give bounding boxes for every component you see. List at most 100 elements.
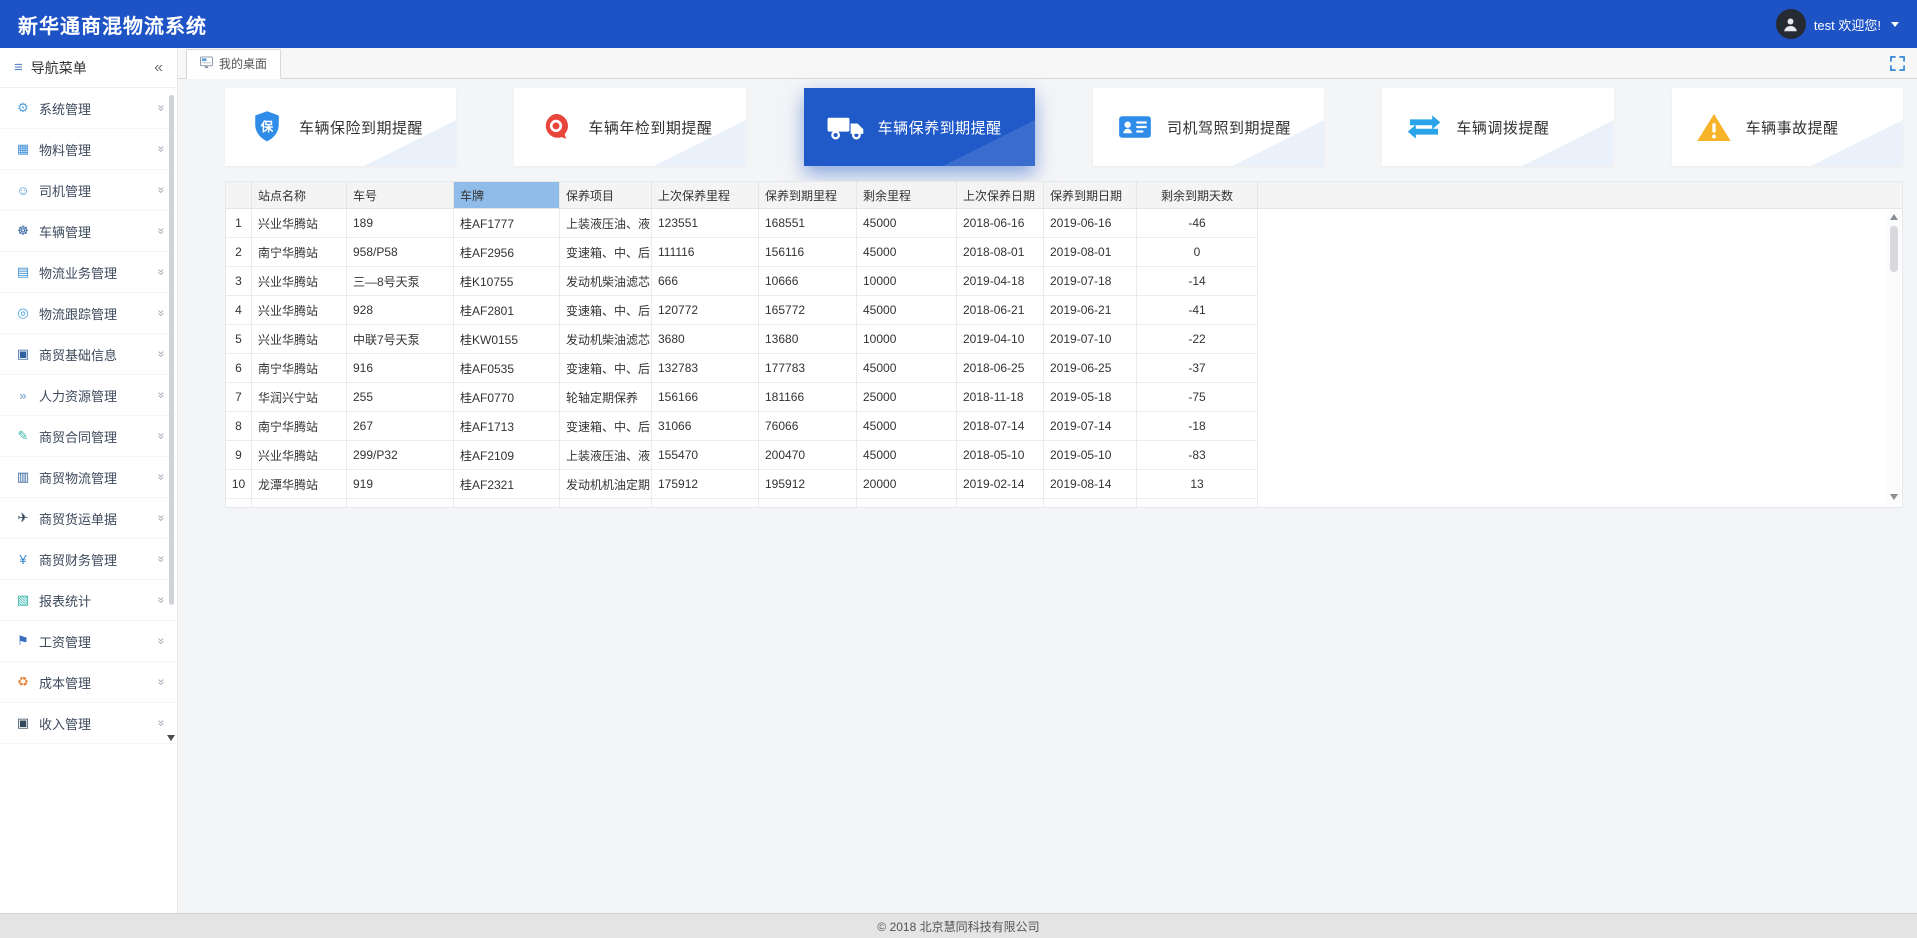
cell-last_mileage: 155470 [652, 441, 759, 469]
hr-arrows-icon: » [14, 388, 32, 403]
table-row[interactable]: 1兴业华腾站189桂AF1777上装液压油、液12355116855145000… [226, 209, 1258, 238]
table-row[interactable]: 8南宁华腾站267桂AF1713变速箱、中、后31066760664500020… [226, 412, 1258, 441]
maintenance-truck-icon [824, 112, 868, 142]
card-label: 车辆保养到期提醒 [878, 117, 1002, 138]
table-row[interactable]: 6南宁华腾站916桂AF0535变速箱、中、后13278317778345000… [226, 354, 1258, 383]
column-header-due_mileage[interactable]: 保养到期里程 [759, 182, 857, 208]
card-transfer-reminder[interactable]: 车辆调拨提醒 [1382, 88, 1613, 166]
user-greeting: test 欢迎您! [1814, 15, 1881, 34]
sidebar-item-trade-logistics[interactable]: ▥商贸物流管理» [0, 457, 177, 498]
cell-due_mileage: 190593 [759, 499, 857, 508]
sidebar-item-system[interactable]: ⚙系统管理» [0, 88, 177, 129]
cell-station: 龙潭华腾站 [252, 470, 347, 498]
sidebar-item-label: 车辆管理 [39, 222, 158, 241]
sidebar-item-trade-info[interactable]: ▣商贸基础信息» [0, 334, 177, 375]
column-header-station[interactable]: 站点名称 [252, 182, 347, 208]
sidebar-scroll-down-icon[interactable] [167, 735, 175, 741]
collapse-sidebar-icon[interactable]: « [154, 59, 163, 77]
sidebar-item-label: 成本管理 [39, 673, 158, 692]
scroll-up-icon[interactable] [1890, 214, 1898, 220]
scroll-down-icon[interactable] [1890, 494, 1898, 500]
sidebar-item-reports[interactable]: ▧报表统计» [0, 580, 177, 621]
cell-remain_days: -22 [1137, 325, 1258, 353]
table-row[interactable]: 3兴业华腾站三—8号天泵桂K10755发动机柴油滤芯66610666100002… [226, 267, 1258, 296]
column-header-last_date[interactable]: 上次保养日期 [957, 182, 1044, 208]
chevron-double-down-icon: » [155, 392, 169, 399]
column-header-idx[interactable] [226, 182, 252, 208]
contract-pen-icon: ✎ [14, 428, 32, 444]
person-icon [1782, 16, 1799, 33]
cell-remain_days: -75 [1137, 383, 1258, 411]
sidebar-item-salary[interactable]: ⚑工资管理» [0, 621, 177, 662]
column-header-plate[interactable]: 车牌 [454, 182, 560, 208]
sidebar-item-label: 人力资源管理 [39, 386, 158, 405]
column-header-item[interactable]: 保养项目 [560, 182, 652, 208]
cell-station: 南宁华腾站 [252, 238, 347, 266]
driver-license-icon [1113, 113, 1157, 141]
user-menu[interactable]: test 欢迎您! [1776, 9, 1899, 39]
sidebar-item-trade-contract[interactable]: ✎商贸合同管理» [0, 416, 177, 457]
card-label: 车辆调拨提醒 [1456, 117, 1549, 138]
sidebar-item-materials[interactable]: ▦物料管理» [0, 129, 177, 170]
sidebar-header: ≡ 导航菜单 « [0, 48, 177, 88]
cell-station: 兴业华腾站 [252, 499, 347, 508]
table-scrollbar-thumb[interactable] [1890, 226, 1898, 272]
table-row[interactable]: 7华润兴宁站255桂AF0770轮轴定期保养156166181166250002… [226, 383, 1258, 412]
cell-idx: 7 [226, 383, 252, 411]
card-license-reminder[interactable]: 司机驾照到期提醒 [1093, 88, 1324, 166]
cell-due_mileage: 156116 [759, 238, 857, 266]
sidebar-item-trade-finance[interactable]: ¥商贸财务管理» [0, 539, 177, 580]
cell-vehicle_no: 267 [347, 412, 454, 440]
cell-vehicle_no: 299/P32 [347, 441, 454, 469]
card-maintenance-reminder[interactable]: 车辆保养到期提醒 [804, 88, 1035, 166]
cell-last_mileage: 3680 [652, 325, 759, 353]
cell-due_date: 2019-08-01 [1044, 238, 1137, 266]
cell-plate: 桂AF0770 [454, 383, 560, 411]
cell-last_date: 2018-06-21 [957, 296, 1044, 324]
report-chart-icon: ▧ [14, 592, 32, 608]
sidebar-scrollbar-thumb[interactable] [169, 95, 174, 605]
sidebar-item-freight-docs[interactable]: ✈商贸货运单据» [0, 498, 177, 539]
card-accident-reminder[interactable]: 车辆事故提醒 [1672, 88, 1903, 166]
sidebar-item-income[interactable]: ▣收入管理» [0, 703, 177, 744]
cell-remain_mileage: 45000 [857, 209, 957, 237]
sidebar-item-hr[interactable]: »人力资源管理» [0, 375, 177, 416]
cell-last_date: 2018-06-25 [957, 354, 1044, 382]
cell-remain_days: -83 [1137, 441, 1258, 469]
column-header-vehicle_no[interactable]: 车号 [347, 182, 454, 208]
chevron-double-down-icon: » [155, 720, 169, 727]
fullscreen-icon[interactable] [1890, 56, 1905, 71]
cell-last_mileage: 123551 [652, 209, 759, 237]
vehicle-wheel-icon: ☸ [14, 223, 32, 239]
column-header-last_mileage[interactable]: 上次保养里程 [652, 182, 759, 208]
cell-idx: 8 [226, 412, 252, 440]
sidebar-item-vehicles[interactable]: ☸车辆管理» [0, 211, 177, 252]
sidebar-item-drivers[interactable]: ☺司机管理» [0, 170, 177, 211]
cell-plate: 桂K10755 [454, 267, 560, 295]
content-area: 保车辆保险到期提醒车辆年检到期提醒车辆保养到期提醒司机驾照到期提醒车辆调拨提醒车… [178, 79, 1917, 913]
table-row[interactable]: 4兴业华腾站928桂AF2801变速箱、中、后12077216577245000… [226, 296, 1258, 325]
column-header-remain_mileage[interactable]: 剩余里程 [857, 182, 957, 208]
sidebar-menu: ⚙系统管理»▦物料管理»☺司机管理» ☸ 车辆管理 » ▤物流业务管理»◎物流跟踪管理»… [0, 88, 177, 744]
sidebar-item-logistics-business[interactable]: ▤物流业务管理» [0, 252, 177, 293]
tab-my-desktop[interactable]: 我的桌面 [186, 49, 281, 79]
card-insurance-reminder[interactable]: 保车辆保险到期提醒 [225, 88, 456, 166]
sidebar-item-logistics-tracking[interactable]: ◎物流跟踪管理» [0, 293, 177, 334]
cell-remain_mileage: 45000 [857, 354, 957, 382]
table-header-filler [1258, 182, 1902, 208]
table-scrollbar[interactable] [1887, 210, 1901, 504]
table-row[interactable]: 5兴业华腾站中联7号天泵桂KW0155发动机柴油滤芯36801368010000… [226, 325, 1258, 354]
column-header-remain_days[interactable]: 剩余到期天数 [1137, 182, 1258, 208]
cell-station: 兴业华腾站 [252, 267, 347, 295]
column-header-due_date[interactable]: 保养到期日期 [1044, 182, 1137, 208]
table-row[interactable]: 11兴业华腾站278桂AF1735轮轴定期保养16559319059325000… [226, 499, 1258, 508]
cell-item: 发动机机油定期 [560, 470, 652, 498]
cell-remain_days: 13 [1137, 470, 1258, 498]
cell-plate: 桂AF1713 [454, 412, 560, 440]
table-row[interactable]: 9兴业华腾站299/P32桂AF2109上装液压油、液1554702004704… [226, 441, 1258, 470]
table-row[interactable]: 10龙潭华腾站919桂AF2321发动机机油定期1759121959122000… [226, 470, 1258, 499]
sidebar-item-cost[interactable]: ♻成本管理» [0, 662, 177, 703]
table-row[interactable]: 2南宁华腾站958/P58桂AF2956变速箱、中、后1111161561164… [226, 238, 1258, 267]
card-inspection-reminder[interactable]: 车辆年检到期提醒 [514, 88, 745, 166]
cell-due_mileage: 10666 [759, 267, 857, 295]
